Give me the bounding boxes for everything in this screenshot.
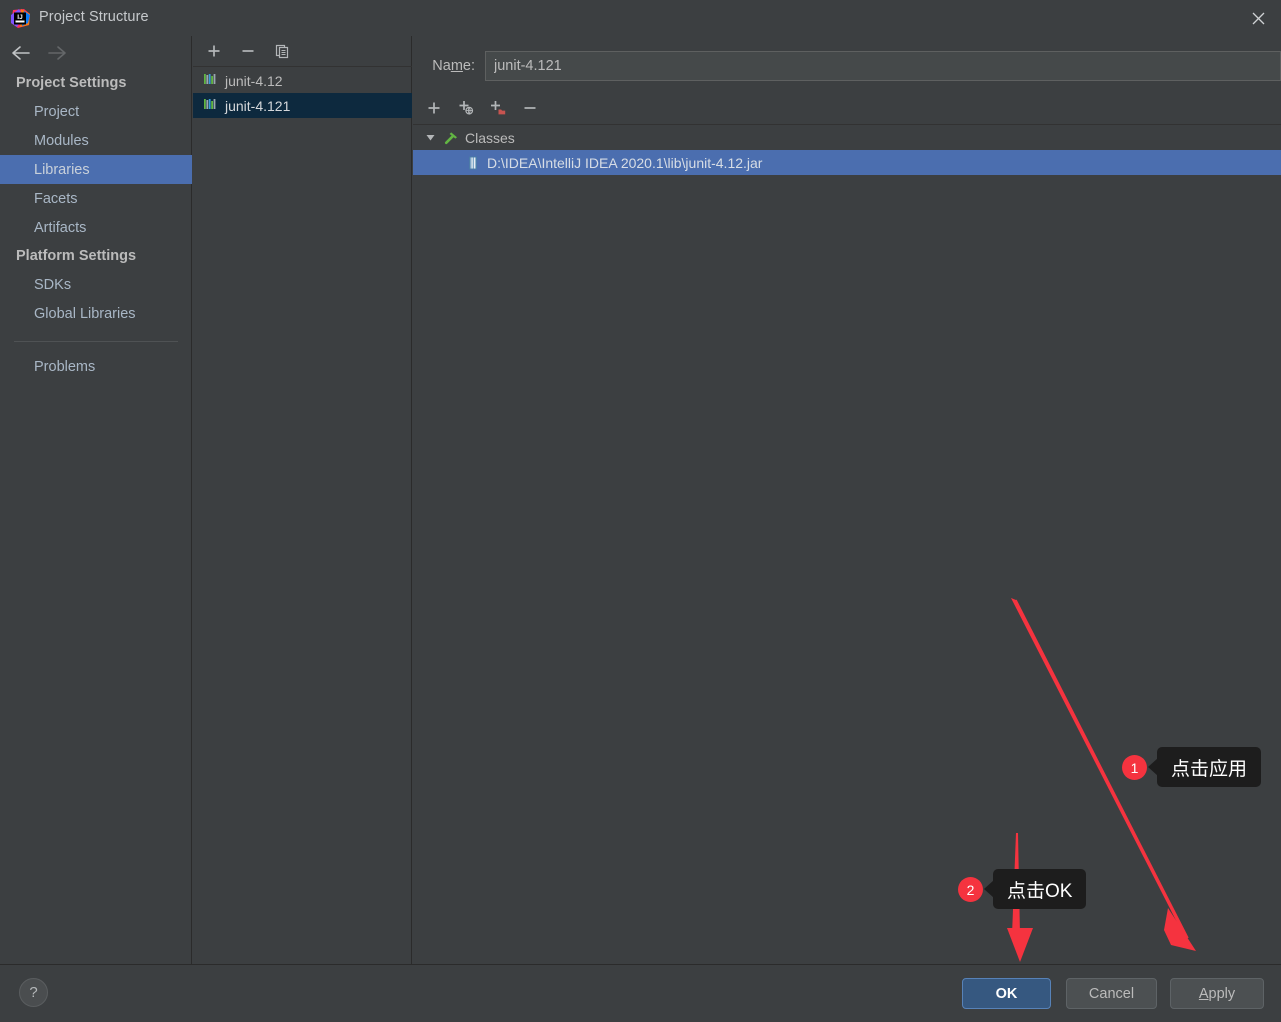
- forward-button[interactable]: [46, 42, 68, 64]
- sidebar-navigation: [0, 36, 192, 69]
- sidebar-divider: [14, 341, 178, 342]
- project-structure-dialog: IJ Project Structure Project Settings Pr…: [0, 0, 1281, 1022]
- tree-node-jar[interactable]: D:\IDEA\IntelliJ IDEA 2020.1\lib\junit-4…: [413, 150, 1281, 175]
- ok-button[interactable]: OK: [962, 978, 1051, 1009]
- name-row: Name:: [413, 50, 1281, 82]
- back-button[interactable]: [10, 42, 32, 64]
- help-button[interactable]: ?: [19, 978, 48, 1007]
- sidebar-items: Project Settings Project Modules Librari…: [0, 69, 192, 381]
- sidebar-group-platform-settings: Platform Settings: [16, 248, 137, 264]
- sidebar-item-facets[interactable]: Facets: [0, 184, 192, 213]
- libraries-list-panel: junit-4.12 junit-4.121: [193, 36, 412, 964]
- libraries-list: junit-4.12 junit-4.121: [193, 68, 412, 118]
- name-input[interactable]: [485, 51, 1281, 81]
- close-icon[interactable]: [1235, 0, 1281, 36]
- library-icon: [203, 97, 217, 114]
- intellij-idea-logo-icon: IJ: [10, 8, 31, 29]
- libraries-toolbar: [193, 36, 412, 67]
- list-item[interactable]: junit-4.121: [193, 93, 412, 118]
- classes-tree: Classes D:\IDEA\IntelliJ IDEA 2020.1\lib…: [413, 124, 1281, 964]
- list-item-label: junit-4.121: [225, 97, 291, 114]
- remove-library-button[interactable]: [236, 39, 260, 63]
- tree-node-label: Classes: [465, 129, 515, 146]
- svg-text:IJ: IJ: [17, 14, 23, 21]
- list-item[interactable]: junit-4.12: [193, 68, 412, 93]
- tree-node-label: D:\IDEA\IntelliJ IDEA 2020.1\lib\junit-4…: [487, 154, 763, 171]
- list-item-label: junit-4.12: [225, 72, 283, 89]
- classes-toolbar: [413, 93, 1281, 123]
- window-title: Project Structure: [39, 9, 149, 25]
- name-label: Name:: [432, 58, 475, 74]
- library-detail-panel: Name: junit-4.121 Classes D:\IDEA\Intell…: [413, 36, 1281, 964]
- sidebar-item-project[interactable]: Project: [0, 97, 192, 126]
- sidebar-item-libraries[interactable]: Libraries: [0, 155, 192, 184]
- add-from-folder-button[interactable]: [486, 96, 510, 120]
- sidebar-item-artifacts[interactable]: Artifacts: [0, 213, 192, 242]
- hammer-icon: [441, 130, 461, 146]
- sidebar-group-project-settings: Project Settings: [16, 75, 127, 91]
- sidebar-item-problems[interactable]: Problems: [0, 352, 192, 381]
- remove-button[interactable]: [518, 96, 542, 120]
- titlebar: IJ Project Structure: [0, 0, 1281, 36]
- settings-sidebar: Project Settings Project Modules Librari…: [0, 36, 192, 964]
- add-button[interactable]: [422, 96, 446, 120]
- library-icon: [203, 72, 217, 89]
- triangle-down-icon[interactable]: [419, 132, 441, 143]
- add-from-url-button[interactable]: [454, 96, 478, 120]
- tree-node-classes[interactable]: Classes: [413, 125, 1281, 150]
- copy-library-button[interactable]: [270, 39, 294, 63]
- sidebar-item-sdks[interactable]: SDKs: [0, 270, 192, 299]
- sidebar-item-global-libraries[interactable]: Global Libraries: [0, 299, 192, 328]
- add-library-button[interactable]: [202, 39, 226, 63]
- jar-file-icon: [463, 155, 483, 171]
- apply-button[interactable]: Apply: [1170, 978, 1264, 1009]
- cancel-button[interactable]: Cancel: [1066, 978, 1157, 1009]
- sidebar-item-modules[interactable]: Modules: [0, 126, 192, 155]
